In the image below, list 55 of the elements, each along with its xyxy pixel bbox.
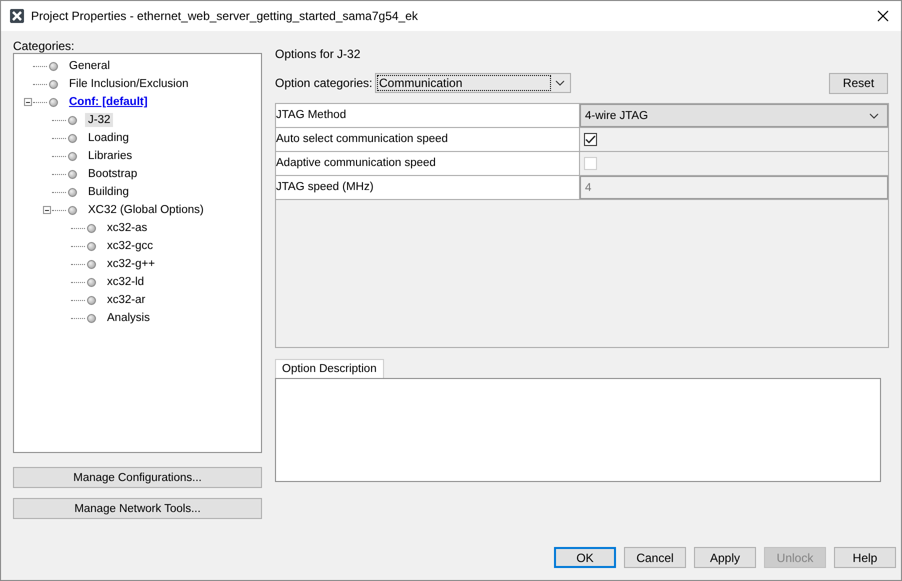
tree-item[interactable]: J-32	[85, 113, 114, 127]
tree-item[interactable]: xc32-as	[104, 221, 150, 235]
tree-item[interactable]: Libraries	[85, 149, 136, 163]
property-name: Auto select communication speed	[276, 128, 580, 151]
tree-item[interactable]: Bootstrap	[85, 167, 140, 181]
collapse-icon[interactable]	[24, 98, 32, 106]
bullet-icon	[68, 170, 77, 178]
property-dropdown[interactable]: 4-wire JTAG	[580, 104, 888, 127]
chevron-down-icon	[869, 112, 879, 118]
dialog-button[interactable]: Help	[834, 547, 896, 568]
tree-item[interactable]: xc32-ar	[104, 293, 148, 307]
property-name: Adaptive communication speed	[276, 152, 580, 175]
collapse-icon[interactable]	[43, 206, 51, 214]
bullet-icon	[68, 206, 77, 214]
bullet-icon	[87, 278, 96, 286]
bullet-icon	[87, 314, 96, 322]
tree-item[interactable]: xc32-g++	[104, 257, 158, 271]
window-title: Project Properties - ethernet_web_server_getting_started_sama7g54_ek	[31, 9, 419, 23]
tree-item[interactable]: General	[66, 59, 113, 73]
bullet-icon	[49, 80, 58, 88]
bullet-icon	[87, 260, 96, 268]
bullet-icon	[68, 116, 77, 124]
app-logo-icon	[9, 8, 25, 24]
bullet-icon	[49, 98, 58, 106]
tree-item[interactable]: File Inclusion/Exclusion	[66, 77, 192, 91]
tree-item[interactable]: Analysis	[104, 311, 153, 325]
dialog-button[interactable]: Cancel	[624, 547, 686, 568]
tree-item[interactable]: Conf: [default]	[66, 95, 151, 109]
bullet-icon	[87, 224, 96, 232]
manage-button[interactable]: Manage Network Tools...	[13, 498, 262, 519]
bullet-icon	[68, 134, 77, 142]
bullet-icon	[49, 62, 58, 70]
reset-button[interactable]: Reset	[829, 72, 888, 94]
dialog-button[interactable]: Apply	[694, 547, 756, 568]
options-title: Options for J-32	[275, 47, 362, 63]
checkbox[interactable]	[584, 133, 597, 146]
tree-item[interactable]: XC32 (Global Options)	[85, 203, 207, 217]
tree-item[interactable]: Loading	[85, 131, 132, 145]
dialog-button[interactable]: OK	[554, 547, 616, 568]
manage-button[interactable]: Manage Configurations...	[13, 467, 262, 488]
bullet-icon	[87, 242, 96, 250]
bullet-icon	[68, 152, 77, 160]
close-icon[interactable]	[877, 10, 889, 22]
property-name: JTAG Method	[276, 104, 580, 127]
tree-item[interactable]: Building	[85, 185, 132, 199]
tree-item[interactable]: xc32-gcc	[104, 239, 156, 253]
bullet-icon	[68, 188, 77, 196]
bullet-icon	[87, 296, 96, 304]
property-name: JTAG speed (MHz)	[276, 176, 580, 199]
option-categories-label: Option categories:	[275, 76, 374, 90]
option-description-tab[interactable]: Option Description	[275, 359, 384, 378]
option-categories-dropdown[interactable]: Communication	[375, 73, 571, 93]
chevron-down-icon	[555, 80, 565, 86]
categories-label: Categories:	[13, 39, 76, 53]
tree-item[interactable]: xc32-ld	[104, 275, 148, 289]
